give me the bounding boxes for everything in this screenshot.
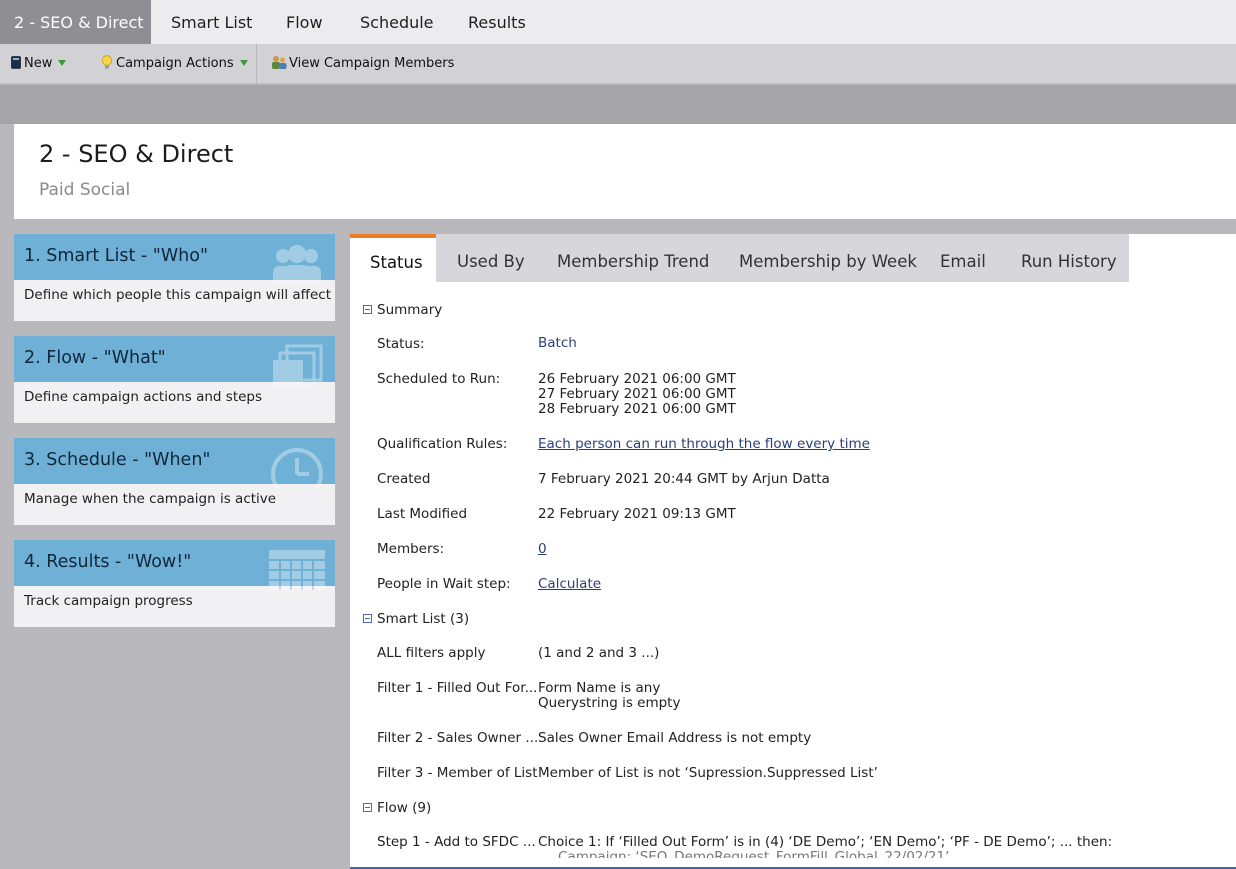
- card-title: 4. Results - "Wow!": [24, 552, 192, 572]
- campaign-actions-button[interactable]: Campaign Actions: [101, 44, 248, 84]
- view-members-label: View Campaign Members: [289, 56, 455, 71]
- flow-section-header[interactable]: Flow (9): [363, 800, 431, 816]
- collapse-icon[interactable]: [363, 802, 372, 812]
- tab-smart-list[interactable]: Smart List: [171, 0, 252, 44]
- filter-2-label: Filter 2 - Sales Owner ...: [377, 730, 539, 746]
- schedule-entry: 27 February 2021 06:00 GMT: [538, 386, 736, 402]
- tab-used-by[interactable]: Used By: [457, 234, 525, 282]
- spacer-band: [0, 85, 1236, 124]
- card-title: 2. Flow - "What": [24, 348, 166, 368]
- status-value: Batch: [538, 335, 577, 351]
- card-title: 1. Smart List - "Who": [24, 246, 208, 266]
- tab-membership-by-week[interactable]: Membership by Week: [739, 234, 917, 282]
- card-title: 3. Schedule - "When": [24, 450, 211, 470]
- filter-condition: Form Name is any: [538, 680, 661, 696]
- page-title: 2 - SEO & Direct: [39, 140, 234, 168]
- tab-flow[interactable]: Flow: [286, 0, 323, 44]
- new-icon: [11, 56, 21, 69]
- campaign-actions-label: Campaign Actions: [116, 56, 234, 71]
- last-modified-label: Last Modified: [377, 506, 468, 522]
- created-label: Created: [377, 471, 431, 487]
- tab-email[interactable]: Email: [940, 234, 986, 282]
- page-subtitle: Paid Social: [39, 180, 131, 200]
- filter-3-value: Member of List is not ‘Supression.Suppre…: [538, 765, 878, 781]
- toolbar-divider: [256, 44, 257, 84]
- smart-list-heading: Smart List (3): [377, 611, 470, 627]
- summary-heading: Summary: [377, 302, 443, 318]
- schedule-entry: 26 February 2021 06:00 GMT: [538, 371, 736, 387]
- all-filters-label: ALL filters apply: [377, 645, 486, 661]
- card-description: Define which people this campaign will a…: [24, 287, 331, 303]
- all-filters-value: (1 and 2 and 3 ...): [538, 645, 660, 661]
- filter-condition: Querystring is empty: [538, 695, 681, 711]
- created-value: 7 February 2021 20:44 GMT by Arjun Datta: [538, 471, 830, 487]
- tab-schedule[interactable]: Schedule: [360, 0, 434, 44]
- scheduled-values: 26 February 2021 06:00 GMT 27 February 2…: [538, 372, 736, 417]
- schedule-entry: 28 February 2021 06:00 GMT: [538, 401, 736, 417]
- people-icon: [273, 245, 321, 284]
- wait-step-label: People in Wait step:: [377, 576, 511, 592]
- campaign-header: 2 - SEO & Direct Paid Social: [14, 124, 1236, 219]
- step-1-value: Choice 1: If ‘Filled Out Form’ is in (4)…: [538, 834, 1113, 850]
- tab-campaign-overview[interactable]: 2 - SEO & Direct: [0, 0, 151, 44]
- tab-status[interactable]: Status: [350, 234, 436, 282]
- last-modified-value: 22 February 2021 09:13 GMT: [538, 506, 736, 522]
- filter-1-label: Filter 1 - Filled Out For...: [377, 680, 538, 696]
- collapse-icon[interactable]: [363, 613, 372, 623]
- qualification-rules-link[interactable]: Each person can run through the flow eve…: [538, 437, 870, 452]
- new-label: New: [24, 56, 53, 71]
- members-label: Members:: [377, 541, 445, 557]
- card-smart-list[interactable]: 1. Smart List - "Who" Define which peopl…: [14, 234, 335, 321]
- flow-heading: Flow (9): [377, 800, 432, 816]
- summary-section-header[interactable]: Summary: [363, 302, 442, 318]
- qualification-label: Qualification Rules:: [377, 436, 508, 452]
- card-schedule[interactable]: 3. Schedule - "When" Manage when the cam…: [14, 438, 335, 525]
- filter-1-values: Form Name is any Querystring is empty: [538, 681, 680, 711]
- tab-run-history[interactable]: Run History: [1021, 234, 1117, 282]
- calculate-link[interactable]: Calculate: [538, 577, 601, 592]
- detail-tab-bar: Status Used By Membership Trend Membersh…: [350, 234, 1129, 282]
- toolbar: New Campaign Actions View Campaign Membe…: [0, 44, 1236, 84]
- card-results[interactable]: 4. Results - "Wow!" Track campaign progr…: [14, 540, 335, 627]
- chevron-down-icon: [239, 59, 248, 66]
- filter-3-label: Filter 3 - Member of List: [377, 765, 538, 781]
- view-campaign-members-button[interactable]: View Campaign Members: [271, 44, 454, 84]
- grid-icon: [269, 550, 325, 590]
- filter-2-value: Sales Owner Email Address is not empty: [538, 730, 812, 746]
- tab-results[interactable]: Results: [468, 0, 526, 44]
- members-count-link[interactable]: 0: [538, 542, 547, 557]
- collapse-icon[interactable]: [363, 304, 372, 314]
- step-1-label: Step 1 - Add to SFDC ...: [377, 834, 536, 850]
- chevron-down-icon: [58, 59, 67, 66]
- new-button[interactable]: New: [11, 44, 67, 84]
- campaign-detail-panel: Status Used By Membership Trend Membersh…: [350, 234, 1236, 869]
- card-description: Manage when the campaign is active: [24, 491, 277, 507]
- step-1-continuation: Campaign: ‘SEO_DemoRequest_FormFill_Glob…: [558, 850, 950, 858]
- card-description: Track campaign progress: [24, 593, 193, 609]
- clock-icon: [271, 448, 323, 488]
- flow-icon: [273, 344, 323, 386]
- card-flow[interactable]: 2. Flow - "What" Define campaign actions…: [14, 336, 335, 423]
- lightbulb-icon: [101, 55, 113, 69]
- members-icon: [272, 56, 287, 69]
- status-label: Status:: [377, 336, 425, 352]
- tab-membership-trend[interactable]: Membership Trend: [557, 234, 709, 282]
- card-description: Define campaign actions and steps: [24, 389, 263, 405]
- scheduled-label: Scheduled to Run:: [377, 371, 501, 387]
- smart-list-section-header[interactable]: Smart List (3): [363, 611, 469, 627]
- top-tab-bar: 2 - SEO & Direct Smart List Flow Schedul…: [0, 0, 1236, 44]
